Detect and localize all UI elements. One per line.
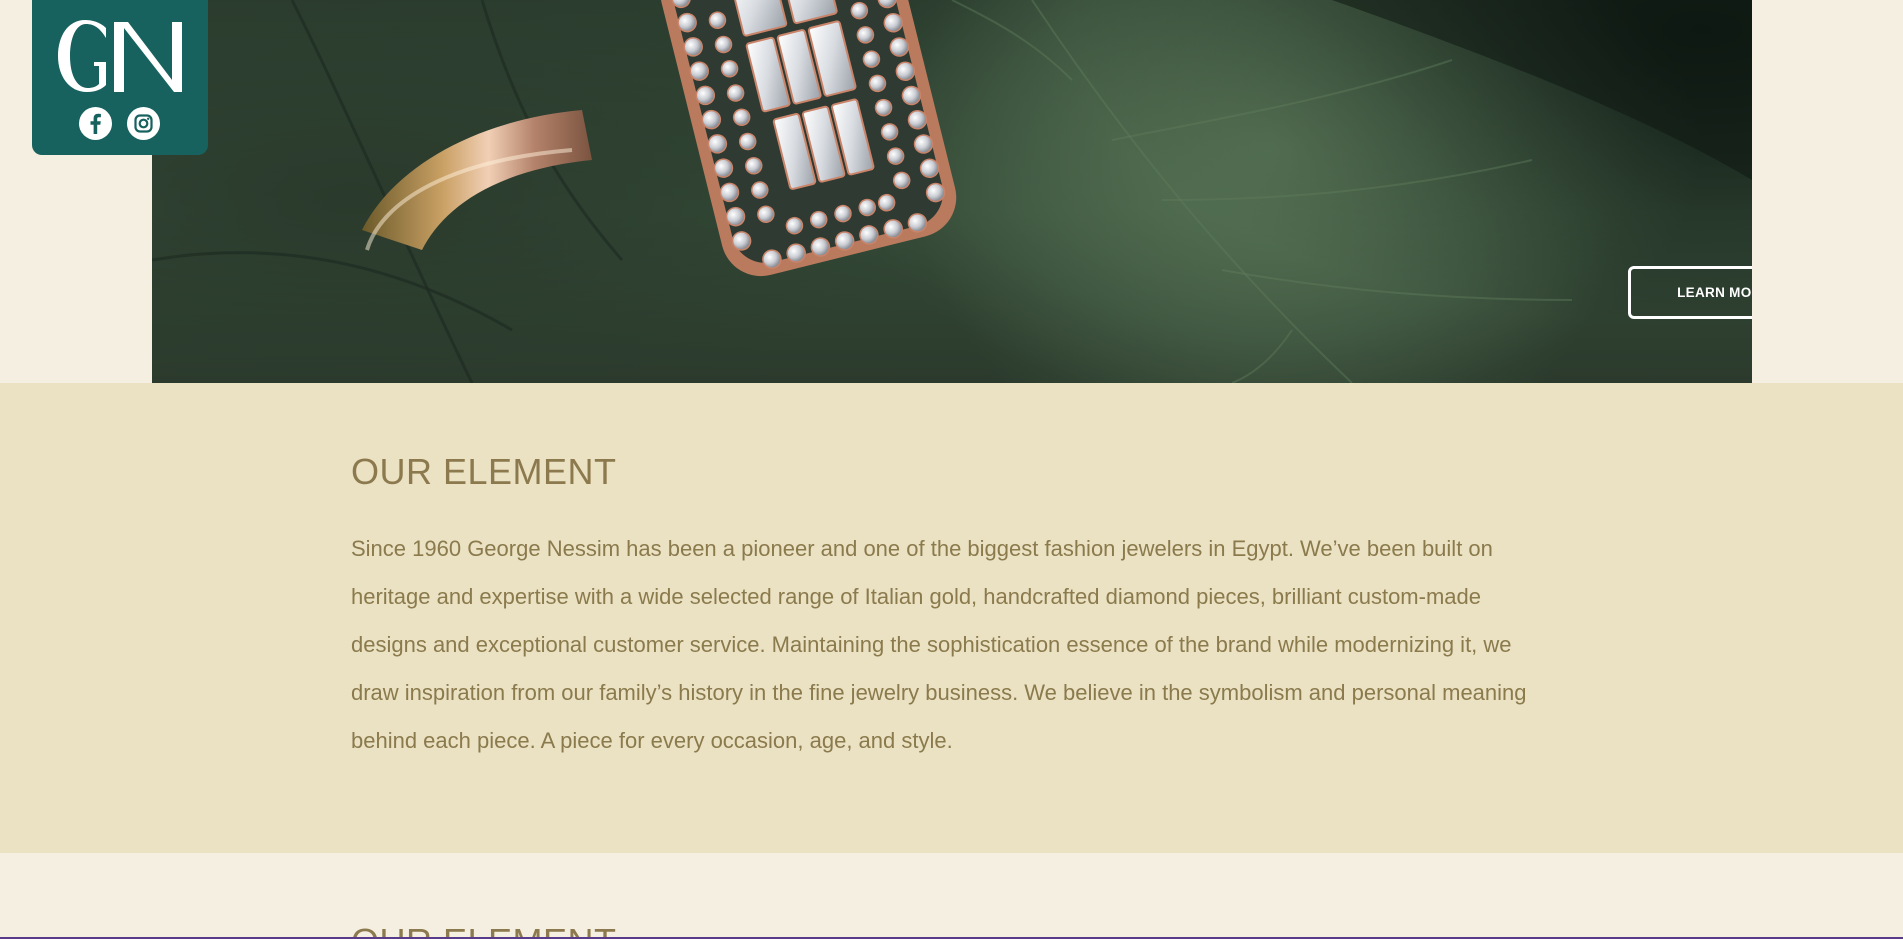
- about-paragraph: Since 1960 George Nessim has been a pion…: [351, 536, 1527, 753]
- hero-ring-image: [152, 0, 1752, 383]
- learn-more-button[interactable]: LEARN MORE: [1628, 266, 1752, 319]
- page: LEARN MORE OUR ELEMENT Since 1960 George…: [0, 0, 1903, 939]
- instagram-link[interactable]: [127, 107, 160, 140]
- gn-logo-icon: [58, 20, 182, 92]
- instagram-icon: [134, 114, 153, 133]
- about-section: OUR ELEMENT Since 1960 George Nessim has…: [0, 383, 1903, 853]
- facebook-link[interactable]: [79, 107, 112, 140]
- section-heading: OUR ELEMENT: [351, 451, 617, 492]
- next-section: OUR ELEMENT: [0, 853, 1903, 939]
- hero-banner: LEARN MORE: [152, 0, 1752, 383]
- facebook-icon: [90, 113, 101, 134]
- logo-badge[interactable]: [32, 0, 208, 155]
